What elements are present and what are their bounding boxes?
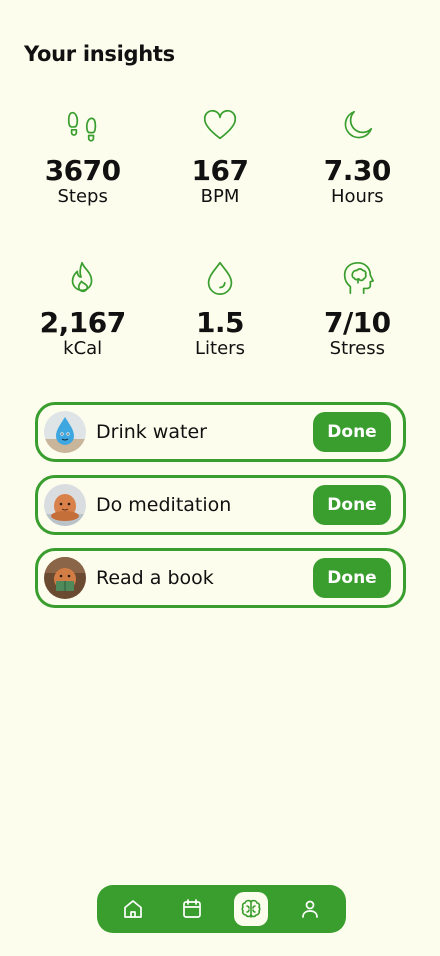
stress-value: 7/10 <box>323 306 391 339</box>
nav-profile[interactable] <box>293 892 327 926</box>
done-button[interactable]: Done <box>313 558 391 598</box>
steps-value: 3670 <box>44 154 121 187</box>
task-do-meditation: Do meditation Done <box>35 475 406 535</box>
profile-icon <box>302 900 319 918</box>
moon-icon <box>337 106 377 146</box>
meditating-character-avatar <box>44 484 86 526</box>
done-button[interactable]: Done <box>313 412 391 452</box>
stat-calories: 2,167 kCal <box>14 258 151 370</box>
insights-grid: 3670 Steps 167 BPM 7.30 Hours 2,167 kCal <box>14 106 426 370</box>
calories-label: kCal <box>63 338 103 359</box>
nav-calendar[interactable] <box>175 892 209 926</box>
stat-water: 1.5 Liters <box>151 258 288 370</box>
water-value: 1.5 <box>195 306 245 339</box>
calories-value: 2,167 <box>39 306 127 339</box>
task-list: Drink water Done Do meditation Done Read… <box>35 402 406 621</box>
stress-label: Stress <box>329 338 385 359</box>
task-label: Drink water <box>96 421 207 443</box>
task-label: Do meditation <box>96 494 232 516</box>
bpm-value: 167 <box>191 154 249 187</box>
stat-stress: 7/10 Stress <box>289 258 426 370</box>
water-label: Liters <box>195 338 245 359</box>
heart-icon <box>200 106 240 146</box>
footsteps-icon <box>63 106 103 146</box>
bpm-label: BPM <box>200 186 240 207</box>
nav-insights[interactable] <box>234 892 269 926</box>
stat-steps: 3670 Steps <box>14 106 151 218</box>
water-drop-icon <box>200 258 240 298</box>
sleep-value: 7.30 <box>323 154 392 187</box>
head-brain-icon <box>337 258 377 298</box>
home-icon <box>123 900 142 918</box>
task-drink-water: Drink water Done <box>35 402 406 462</box>
task-label: Read a book <box>96 567 214 589</box>
task-read-a-book: Read a book Done <box>35 548 406 608</box>
sleep-label: Hours <box>330 186 384 207</box>
flame-icon <box>63 258 103 298</box>
stat-sleep: 7.30 Hours <box>289 106 426 218</box>
page-title: Your insights <box>24 42 175 66</box>
calendar-icon <box>183 899 201 918</box>
brain-icon <box>241 899 261 918</box>
reading-character-avatar <box>44 557 86 599</box>
stat-heart-rate: 167 BPM <box>151 106 288 218</box>
steps-label: Steps <box>57 186 108 207</box>
nav-home[interactable] <box>116 892 150 926</box>
done-button[interactable]: Done <box>313 485 391 525</box>
bottom-navigation <box>97 885 346 933</box>
water-drop-character-avatar <box>44 411 86 453</box>
